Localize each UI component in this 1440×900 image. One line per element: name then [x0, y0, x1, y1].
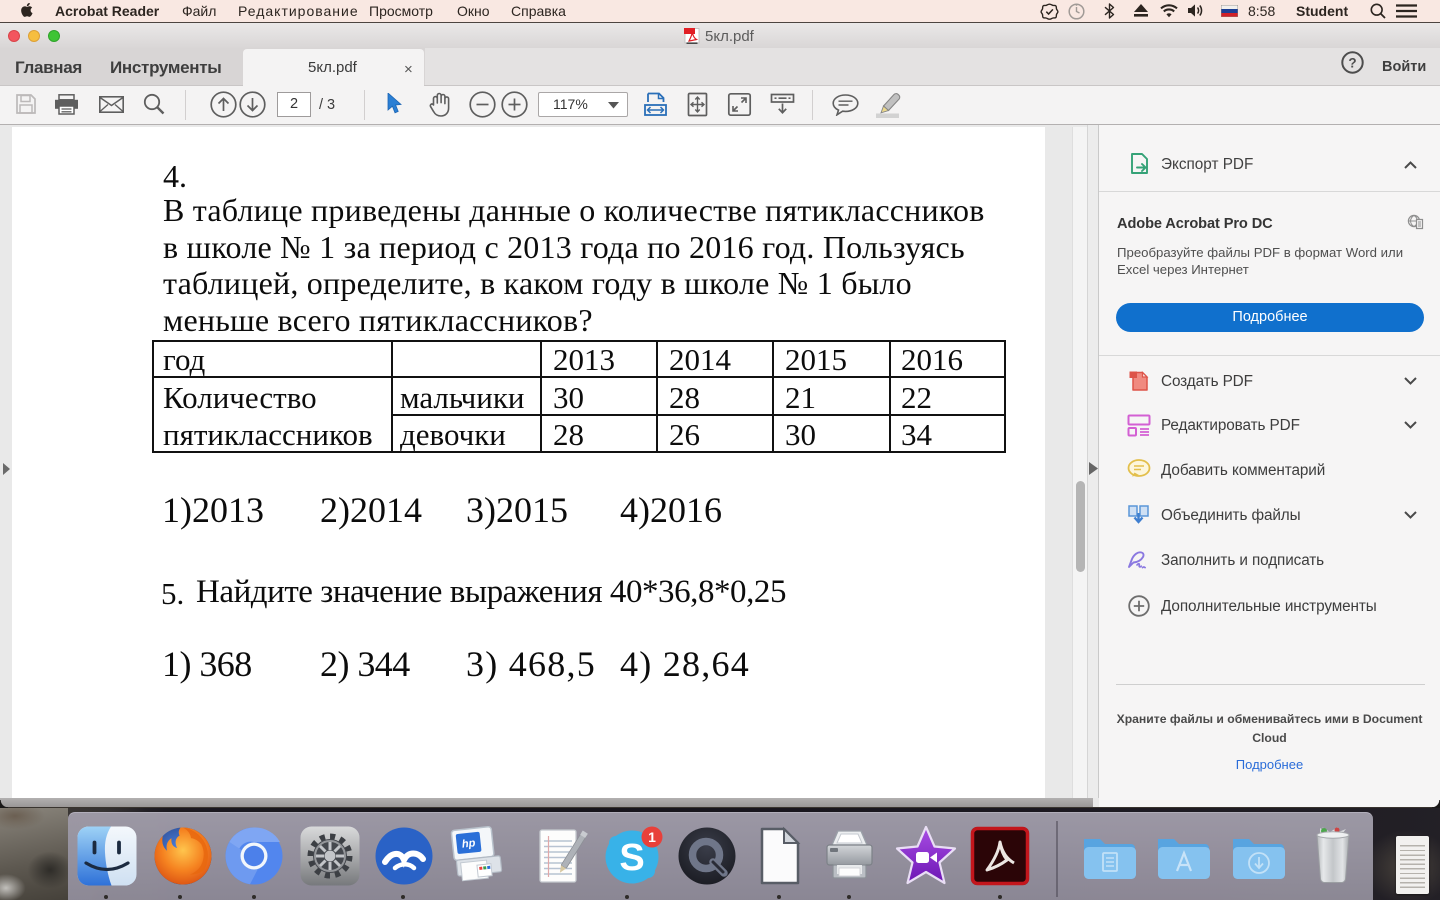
svg-text:S: S [619, 837, 644, 879]
svg-text:1: 1 [648, 829, 656, 845]
svg-text:hp: hp [461, 837, 476, 850]
svg-text:?: ? [1348, 55, 1356, 70]
